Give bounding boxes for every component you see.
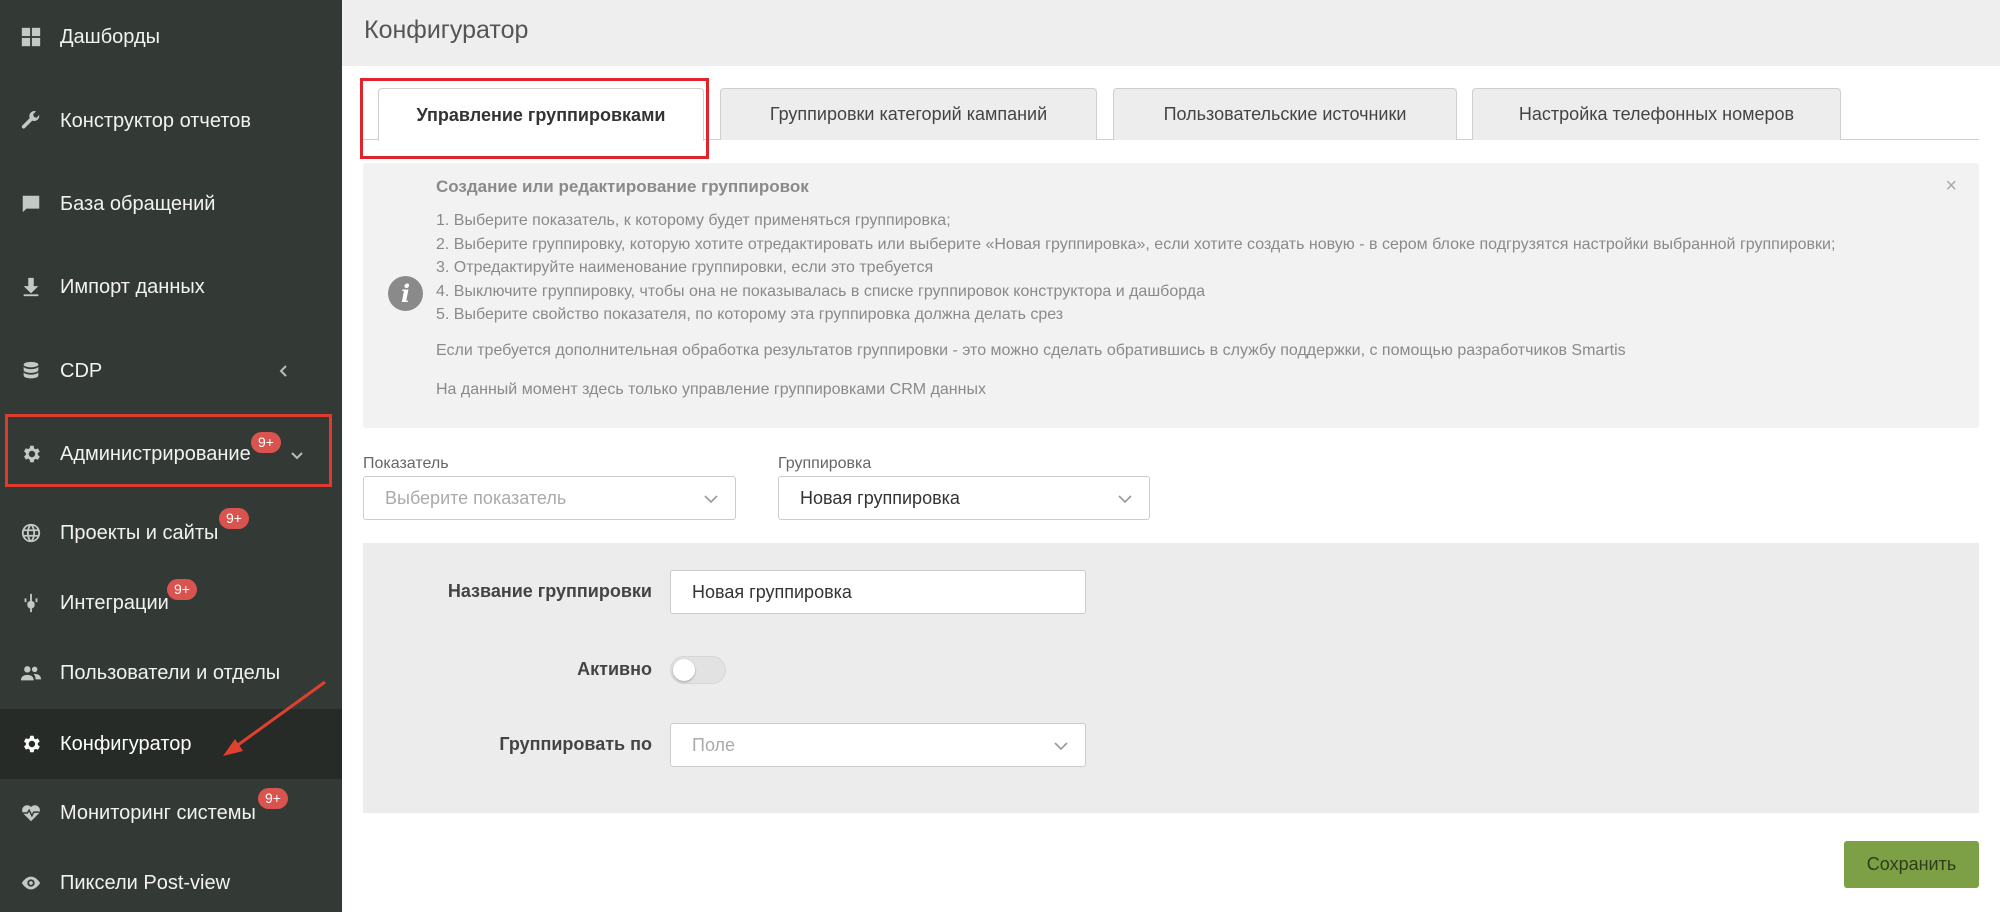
notification-badge: 9+ xyxy=(258,788,288,809)
sidebar-item-requests-db[interactable]: База обращений xyxy=(0,177,342,231)
metric-select[interactable]: Выберите показатель xyxy=(363,476,736,520)
sidebar-item-label: Конфигуратор xyxy=(60,732,192,755)
globe-icon xyxy=(19,521,43,545)
grouping-select[interactable]: Новая группировка xyxy=(778,476,1150,520)
sidebar-item-post-view-pixels[interactable]: Пиксели Post-view xyxy=(0,856,342,910)
notification-badge: 9+ xyxy=(219,508,249,529)
database-icon xyxy=(19,359,43,383)
download-icon xyxy=(19,275,43,299)
info-title: Создание или редактирование группировок xyxy=(436,177,809,196)
gear-icon xyxy=(19,732,43,756)
active-label: Активно xyxy=(577,659,652,679)
close-icon[interactable]: × xyxy=(1945,175,1957,198)
active-toggle[interactable] xyxy=(670,656,726,684)
sidebar-item-label: CDP xyxy=(60,359,103,382)
eye-icon xyxy=(19,871,43,895)
metric-label: Показатель xyxy=(363,455,449,472)
info-step: 1. Выберите показатель, к которому будет… xyxy=(436,212,951,229)
info-step: 4. Выключите группировку, чтобы она не п… xyxy=(436,282,1205,300)
tab-custom-sources[interactable]: Пользовательские источники xyxy=(1113,88,1457,140)
info-panel: i × Создание или редактирование группиро… xyxy=(363,163,1979,428)
grouping-select-value: Новая группировка xyxy=(800,487,960,508)
sidebar-item-integrations[interactable]: Интеграции 9+ xyxy=(0,576,342,630)
info-icon: i xyxy=(388,276,423,311)
admin-highlight-box xyxy=(5,414,332,487)
tab-campaign-category-groupings[interactable]: Группировки категорий кампаний xyxy=(720,88,1097,140)
grouping-name-input[interactable]: Новая группировка xyxy=(670,570,1086,614)
group-by-select-value: Поле xyxy=(692,734,736,755)
info-step: 5. Выберите свойство показателя, по кото… xyxy=(436,306,1064,323)
sidebar-item-cdp[interactable]: CDP xyxy=(0,344,342,398)
page-title: Конфигуратор xyxy=(364,16,529,44)
group-by-select[interactable]: Поле xyxy=(670,723,1086,767)
grid-icon xyxy=(19,25,43,49)
toggle-knob xyxy=(673,659,695,681)
grouping-label: Группировка xyxy=(778,455,872,472)
sidebar-item-data-import[interactable]: Импорт данных xyxy=(0,260,342,314)
sidebar-item-label: База обращений xyxy=(60,192,216,215)
metric-select-value: Выберите показатель xyxy=(385,487,567,508)
sidebar-item-label: Дашборды xyxy=(60,25,160,48)
sidebar-item-label: Пиксели Post-view xyxy=(60,871,231,894)
sidebar-item-report-builder[interactable]: Конструктор отчетов xyxy=(0,94,342,148)
grouping-name-label: Название группировки xyxy=(447,581,652,601)
info-steps: 1. Выберите показатель, к которому будет… xyxy=(436,209,1835,327)
info-step: 3. Отредактируйте наименование группиров… xyxy=(436,259,934,276)
notification-badge: 9+ xyxy=(167,579,197,600)
chevron-left-icon xyxy=(277,364,291,378)
wrench-icon xyxy=(19,109,43,133)
info-step: 2. Выберите группировку, которую хотите … xyxy=(436,235,1836,253)
sidebar-item-label: Мониторинг системы xyxy=(60,801,256,824)
chat-icon xyxy=(19,192,43,216)
plug-icon xyxy=(19,591,43,615)
tab-highlight-box xyxy=(360,78,709,159)
save-button[interactable]: Сохранить xyxy=(1844,841,1979,888)
sidebar-item-label: Конструктор отчетов xyxy=(60,109,251,132)
annotation-arrow xyxy=(223,680,326,756)
info-note: На данный момент здесь только управление… xyxy=(436,381,986,398)
info-note: Если требуется дополнительная обработка … xyxy=(436,342,1626,359)
users-icon xyxy=(19,661,43,685)
tab-phone-numbers-settings[interactable]: Настройка телефонных номеров xyxy=(1472,88,1841,140)
page-header: Конфигуратор xyxy=(342,0,2000,66)
sidebar: Дашборды Конструктор отчетов База обраще… xyxy=(0,0,342,912)
chevron-down-icon xyxy=(703,491,719,507)
sidebar-item-monitoring[interactable]: Мониторинг системы 9+ xyxy=(0,786,342,840)
chevron-down-icon xyxy=(1117,491,1133,507)
sidebar-item-label: Импорт данных xyxy=(60,275,205,298)
sidebar-item-label: Интеграции xyxy=(60,591,169,614)
sidebar-item-label: Проекты и сайты xyxy=(60,521,219,544)
group-by-label: Группировать по xyxy=(499,734,652,754)
heartbeat-icon xyxy=(19,801,43,825)
sidebar-item-dashboards[interactable]: Дашборды xyxy=(0,10,342,64)
chevron-down-icon xyxy=(1053,738,1069,754)
sidebar-item-projects[interactable]: Проекты и сайты 9+ xyxy=(0,506,342,560)
